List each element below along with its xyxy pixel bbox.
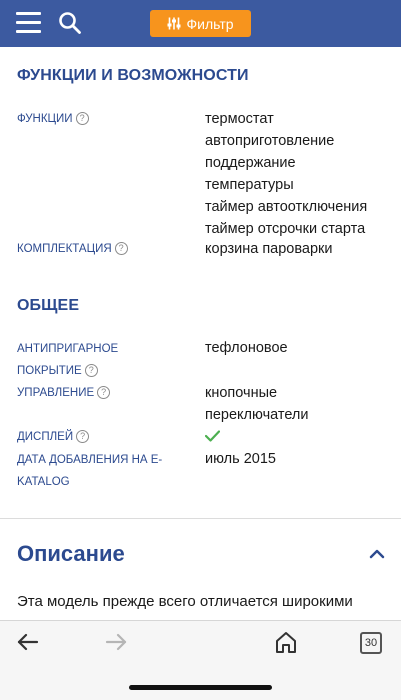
arrow-right-icon [105,633,127,651]
top-header: Фильтр [0,0,401,47]
help-icon[interactable]: ? [114,242,128,255]
label-line: KATALOG [17,476,70,488]
description-text: Эта модель прежде всего отличается широк… [17,593,353,610]
description-title: Описание [17,541,125,566]
chevron-up-icon[interactable] [368,547,386,561]
filter-button-label: Фильтр [186,15,234,32]
sliders-icon [167,17,181,30]
arrow-left-icon[interactable] [17,632,39,652]
spec-label-control: УПРАВЛЕНИЕ? [17,382,111,404]
spec-value-nonstick: тефлоновое [205,340,288,356]
home-indicator[interactable] [129,685,272,690]
label-line: ДАТА ДОБАВЛЕНИЯ НА E- [17,454,163,466]
help-icon[interactable]: ? [84,364,98,377]
spec-value-line: температуры [205,177,294,193]
spec-value-line: поддержание [205,155,296,171]
spec-value-line: кнопочные [205,385,278,401]
spec-value-line: таймер автоотключения [205,199,368,215]
spec-label-equipment: КОМПЛЕКТАЦИЯ? [17,238,128,260]
spec-value-line: термостат [205,111,274,127]
spec-value-line: переключатели [205,407,309,423]
section-title-general: ОБЩЕЕ [17,297,80,314]
label-line: АНТИПРИГАРНОЕ [17,343,119,355]
spec-value-equipment: корзина пароварки [205,241,333,257]
filter-button[interactable]: Фильтр [150,10,251,37]
spec-value-date-added: июль 2015 [205,451,276,467]
checkmark-icon [205,430,220,442]
help-icon[interactable]: ? [75,112,89,125]
tabs-counter-button[interactable]: 30 [360,632,382,654]
section-title-features: ФУНКЦИИ И ВОЗМОЖНОСТИ [17,67,249,84]
help-icon[interactable]: ? [97,386,111,399]
label-line: ПОКРЫТИЕ [17,365,82,377]
spec-label-date-added: ДАТА ДОБАВЛЕНИЯ НА E- KATALOG [17,449,162,493]
help-icon[interactable]: ? [76,430,90,443]
spec-value-control: кнопочные переключатели [205,382,309,426]
spec-label-nonstick: АНТИПРИГАРНОЕ ПОКРЫТИЕ? [17,338,118,382]
section-divider [0,518,401,519]
spec-label-display: ДИСПЛЕЙ? [17,426,90,448]
spec-value-line: автоприготовление [205,133,335,149]
search-icon[interactable] [58,11,82,35]
spec-value-line: таймер отсрочки старта [205,221,366,237]
hamburger-icon[interactable] [16,12,41,34]
spec-label-functions: ФУНКЦИИ? [17,108,89,130]
spec-value-functions: термостат автоприготовление поддержание … [205,108,367,240]
home-icon[interactable] [275,630,297,654]
